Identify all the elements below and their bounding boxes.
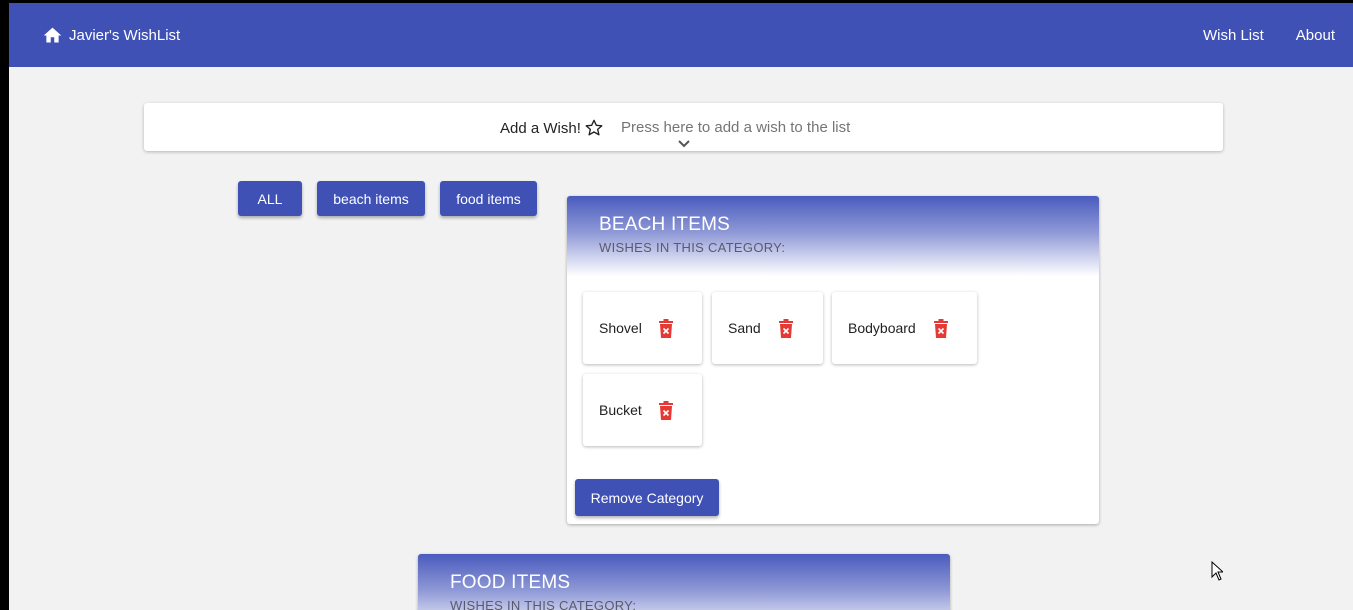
add-wish-label: Add a Wish! xyxy=(500,119,581,137)
brand-label: Javier's WishList xyxy=(69,27,181,44)
add-wish-expander[interactable]: Add a Wish! Press here to add a wish to … xyxy=(144,103,1223,151)
category-header: FOOD ITEMS WISHES IN THIS CATEGORY: xyxy=(418,554,950,610)
category-subtitle: WISHES IN THIS CATEGORY: xyxy=(450,598,637,610)
wish-label: Shovel xyxy=(599,320,642,336)
category-title: FOOD ITEMS xyxy=(450,572,571,593)
wish-item: Shovel xyxy=(583,292,702,364)
page: Javier's WishList Wish List About Add a … xyxy=(9,3,1353,610)
filter-beach-items-button[interactable]: beach items xyxy=(317,181,425,216)
add-wish-hint: Press here to add a wish to the list xyxy=(621,119,851,136)
nav-link-wish-list[interactable]: Wish List xyxy=(1203,27,1264,44)
wish-label: Sand xyxy=(728,320,761,336)
trash-icon[interactable] xyxy=(778,319,794,338)
navbar: Javier's WishList Wish List About xyxy=(9,3,1353,67)
wish-item: Bodyboard xyxy=(832,292,977,364)
filter-food-items-button[interactable]: food items xyxy=(440,181,537,216)
category-title: BEACH ITEMS xyxy=(599,214,730,235)
filter-all-button[interactable]: ALL xyxy=(238,181,302,216)
wish-label: Bucket xyxy=(599,402,642,418)
remove-category-button[interactable]: Remove Category xyxy=(575,479,719,516)
home-icon xyxy=(43,27,62,43)
wish-label: Bodyboard xyxy=(848,320,916,336)
wish-item: Bucket xyxy=(583,374,702,446)
trash-icon[interactable] xyxy=(933,319,949,338)
trash-icon[interactable] xyxy=(658,401,674,420)
category-header: BEACH ITEMS WISHES IN THIS CATEGORY: xyxy=(567,196,1099,276)
nav-links: Wish List About xyxy=(1203,27,1335,44)
category-subtitle: WISHES IN THIS CATEGORY: xyxy=(599,240,786,255)
star-outline-icon xyxy=(585,119,603,136)
wish-item: Sand xyxy=(712,292,823,364)
brand-link[interactable]: Javier's WishList xyxy=(42,25,180,46)
chevron-down-icon[interactable] xyxy=(677,139,691,149)
category-card-food-items: FOOD ITEMS WISHES IN THIS CATEGORY: xyxy=(418,554,950,610)
category-card-beach-items: BEACH ITEMS WISHES IN THIS CATEGORY: Sho… xyxy=(567,196,1099,524)
mouse-pointer-icon xyxy=(1211,561,1223,581)
nav-link-about[interactable]: About xyxy=(1296,27,1335,44)
add-wish-title: Add a Wish! xyxy=(500,118,604,138)
trash-icon[interactable] xyxy=(658,319,674,338)
